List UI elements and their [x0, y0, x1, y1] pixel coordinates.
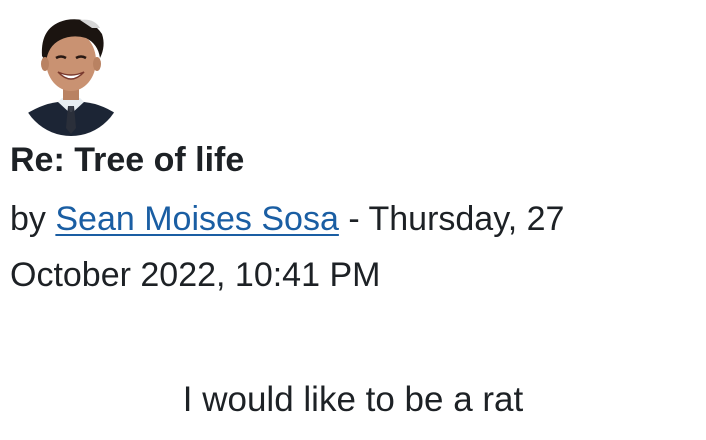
author-avatar[interactable] — [20, 6, 122, 136]
author-link[interactable]: Sean Moises Sosa — [55, 200, 339, 238]
avatar-photo-icon — [20, 6, 122, 136]
forum-post: Re: Tree of life by Sean Moises Sosa - T… — [0, 0, 706, 440]
by-label: by — [10, 200, 46, 238]
post-date-time: October 2022, 10:41 PM — [10, 256, 381, 294]
post-date-weekday: Thursday, 27 — [368, 200, 565, 238]
byline-separator: - — [338, 200, 369, 238]
post-subject: Re: Tree of life — [10, 141, 245, 179]
post-message: I would like to be a rat — [182, 380, 524, 419]
post-byline: by Sean Moises Sosa - Thursday, 27 Octobe… — [10, 191, 690, 303]
